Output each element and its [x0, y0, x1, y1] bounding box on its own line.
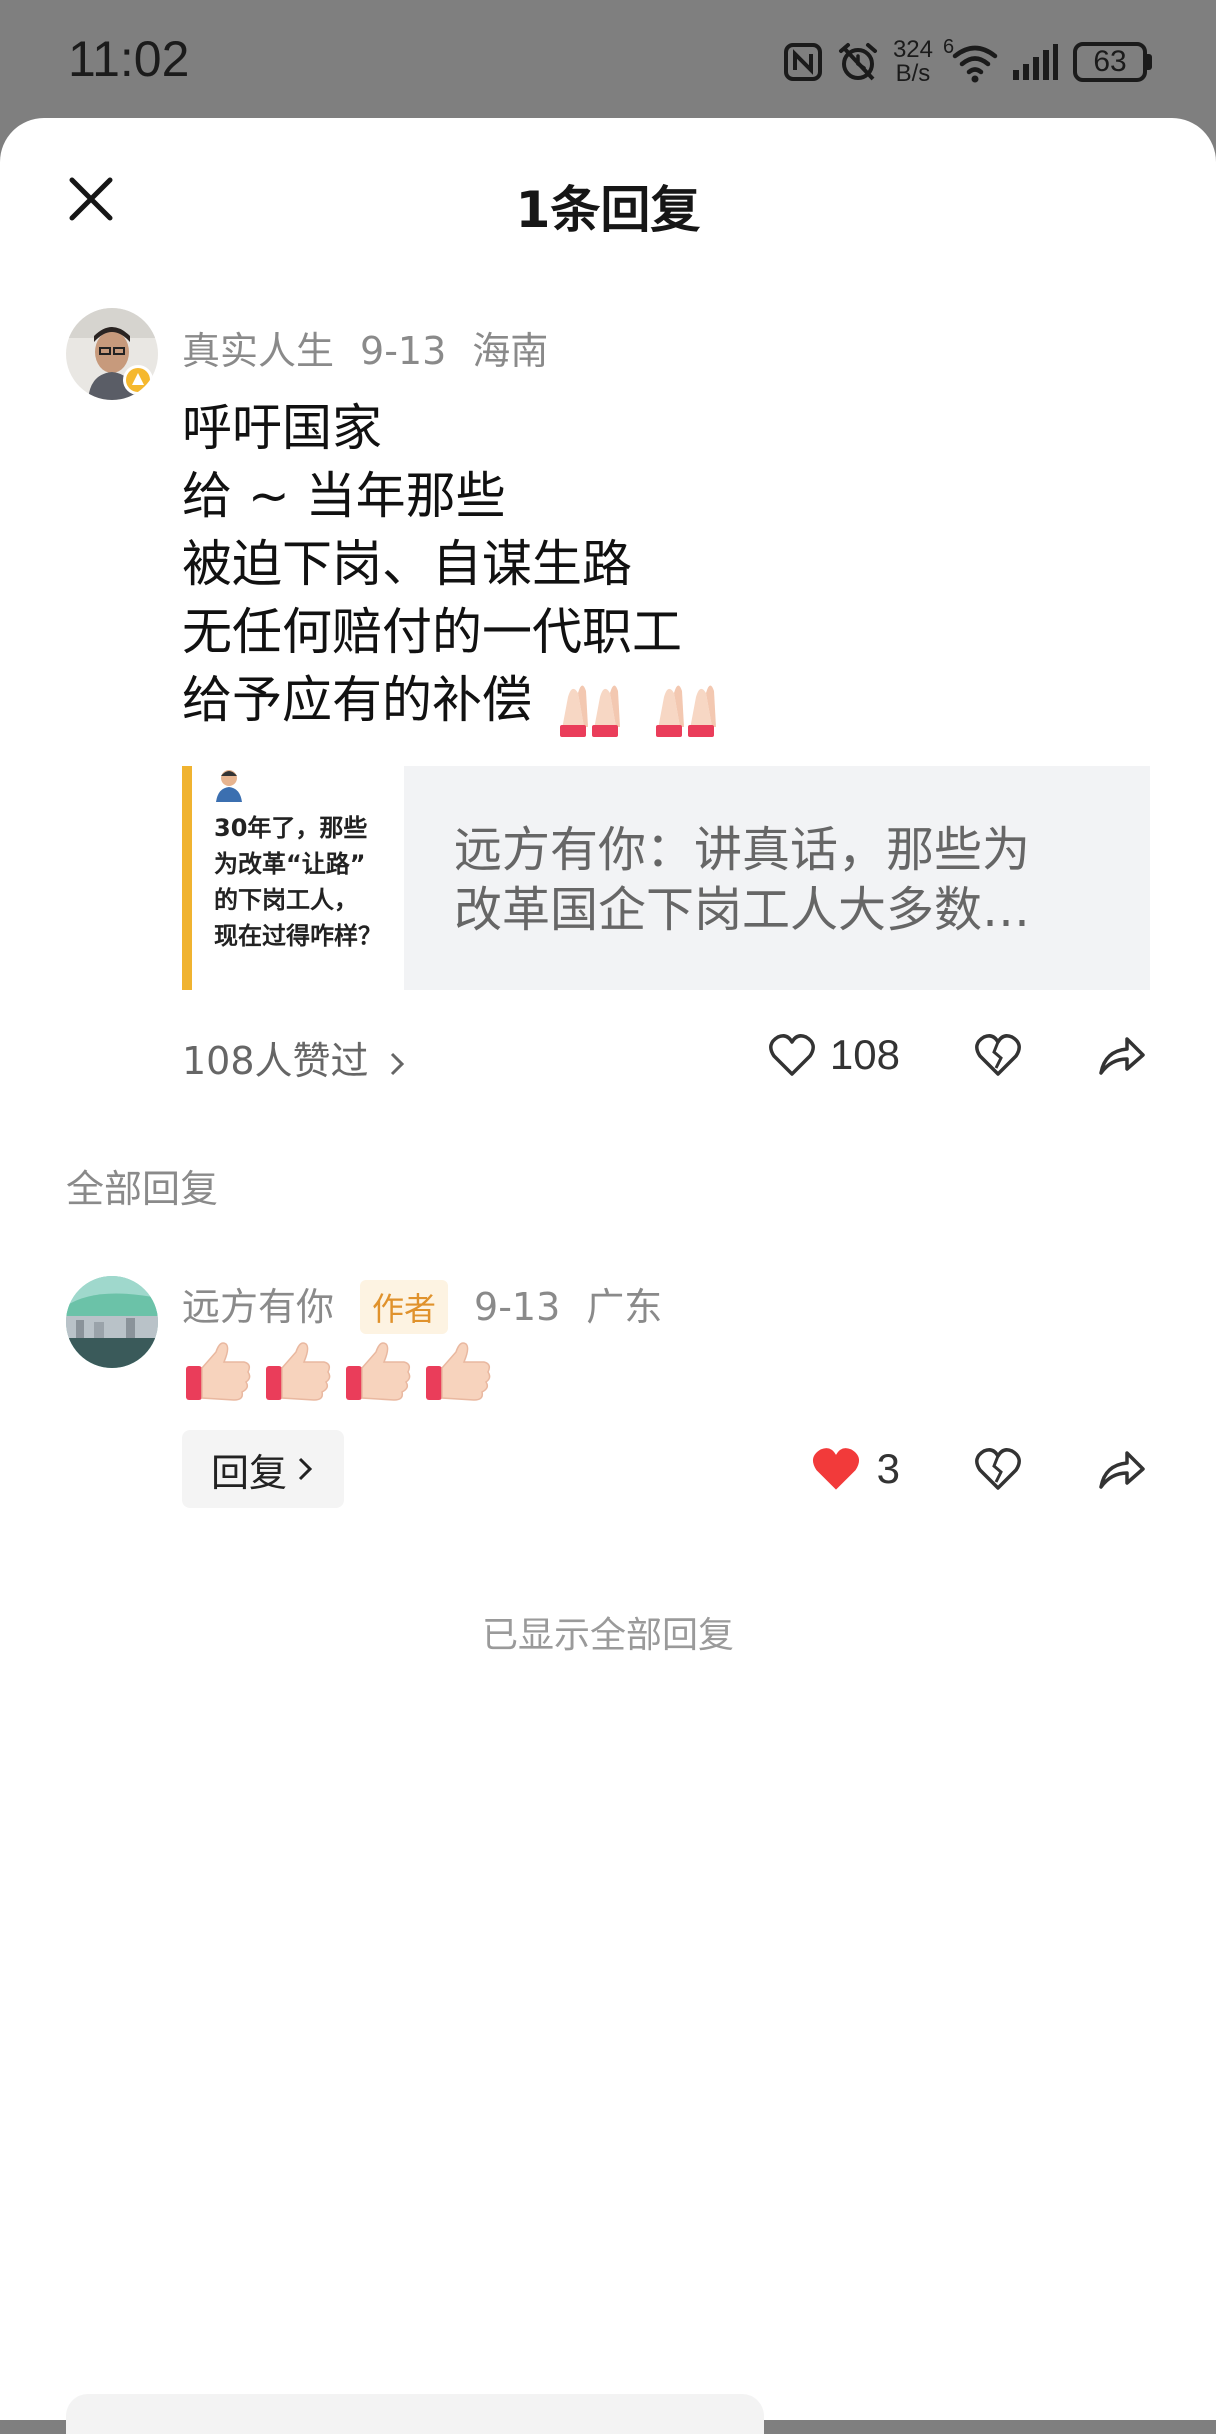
battery-level: 63	[1073, 42, 1147, 82]
battery-icon: 63	[1073, 42, 1152, 82]
comment-line: 被迫下岗、自谋生路	[182, 535, 632, 593]
link-thumbnail: 30年了，那些 为改革“让路” 的下岗工人， 现在过得咋样？	[182, 766, 404, 990]
link-card[interactable]: 30年了，那些 为改革“让路” 的下岗工人， 现在过得咋样？ 远方有你：讲真话，…	[182, 766, 1150, 990]
likes-summary[interactable]: 108人赞过	[182, 1030, 407, 1085]
avatar[interactable]	[66, 308, 158, 400]
reply-text	[182, 1332, 494, 1408]
alarm-off-icon	[838, 43, 877, 81]
thumbs-up-icon	[186, 1342, 251, 1401]
thumbs-up-icon	[266, 1342, 331, 1401]
wifi-icon	[952, 45, 998, 83]
reply-location: 广东	[586, 1285, 663, 1329]
thumb-line: 的下岗工人，	[214, 886, 358, 914]
heart-filled-icon	[812, 1448, 859, 1490]
reply-dislike-button[interactable]	[970, 1441, 1026, 1497]
share-icon	[1099, 1037, 1145, 1075]
broken-heart-icon	[975, 1448, 1021, 1490]
comment-meta: 真实人生 9-13 海南	[182, 320, 574, 375]
thumbs-up-icon	[426, 1342, 491, 1401]
thumb-line: 现在过得咋样？	[214, 922, 382, 950]
comment-actions: 108人赞过 108	[182, 1020, 1150, 1090]
reply-actions: 3	[182, 1434, 1150, 1504]
reply-date: 9-13	[474, 1285, 561, 1329]
author-badge: 作者	[360, 1280, 449, 1334]
comment-line: 给予应有的补偿	[182, 671, 532, 729]
comment-line: 呼吁国家	[182, 399, 382, 457]
reply-share-button[interactable]	[1094, 1441, 1150, 1497]
like-button[interactable]: 108	[768, 1031, 900, 1079]
sheet-title: 1条回复	[515, 181, 701, 239]
heart-outline-icon	[768, 1034, 815, 1076]
thumb-line: 为改革“让路”	[214, 850, 366, 878]
comment-line: 无任何赔付的一代职工	[182, 603, 682, 661]
signal-icon	[1013, 44, 1058, 80]
comment-input-bar[interactable]	[66, 2394, 764, 2434]
person-icon	[216, 770, 242, 802]
comment-line: 给 ~ 当年那些	[182, 467, 506, 525]
link-title: 远方有你：讲真话，那些为 改革国企下岗工人大多数…	[454, 822, 1031, 938]
reply-username[interactable]: 远方有你	[182, 1285, 334, 1329]
comment-location: 海南	[472, 329, 549, 373]
comment-text: 呼吁国家 给 ~ 当年那些 被迫下岗、自谋生路 无任何赔付的一代职工 给予应有的…	[182, 394, 724, 737]
chevron-right-icon	[390, 1052, 404, 1075]
thumb-line: 30年了，那些	[214, 814, 368, 842]
share-button[interactable]	[1094, 1027, 1150, 1083]
status-time: 11:02	[68, 31, 190, 87]
nfc-icon	[783, 43, 822, 81]
broken-heart-icon	[975, 1034, 1021, 1076]
net-speed: 324 B/s	[892, 36, 933, 87]
reply-meta: 远方有你 作者 9-13 广东	[182, 1276, 688, 1334]
folded-hands-icon	[559, 684, 620, 737]
end-label: 已显示全部回复	[481, 1615, 734, 1656]
username[interactable]: 真实人生	[182, 329, 334, 373]
folded-hands-icon	[655, 684, 716, 737]
dislike-button[interactable]	[970, 1027, 1026, 1083]
comment-date: 9-13	[360, 329, 447, 373]
share-icon	[1099, 1451, 1145, 1489]
reply-like-count: 3	[876, 1445, 900, 1492]
status-bar: 11:02 324 B/s 6 63	[0, 0, 1216, 118]
section-label: 全部回复	[66, 1167, 219, 1211]
reply-sheet: 1条回复 真实人生 9-13 海南 呼吁国家 给 ~ 当年那些 被迫下岗、自谋生路 …	[0, 118, 1216, 2434]
reply-like-button[interactable]: 3	[809, 1444, 900, 1494]
thumbs-up-icon	[346, 1342, 411, 1401]
like-count: 108	[829, 1031, 900, 1078]
avatar[interactable]	[66, 1276, 158, 1368]
